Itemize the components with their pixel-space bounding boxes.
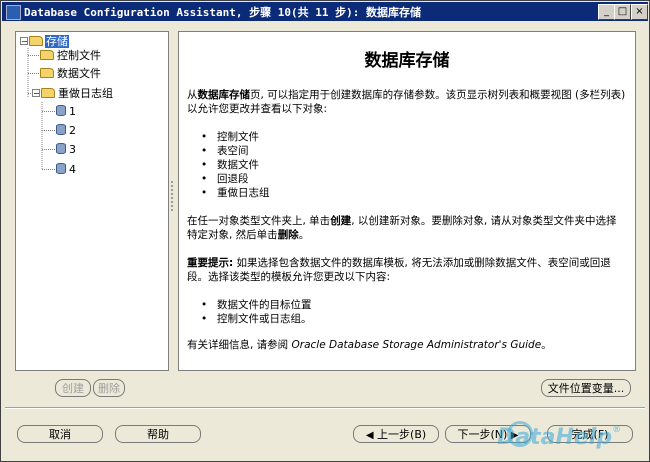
intro-text: 从 [187, 89, 198, 101]
para-text: 在任一对象类型文件夹上, 单击 [187, 215, 331, 227]
cancel-button[interactable]: 取消 [17, 425, 103, 443]
window-title: Database Configuration Assistant, 步骤 10(… [24, 6, 422, 19]
storage-tree[interactable]: − 存储 控制文件 数据文件 − 重做日志组 1 2 3 4 [15, 31, 169, 371]
splitter-grip-dot [171, 189, 173, 191]
folder-icon [40, 68, 54, 78]
help-button[interactable]: 帮助 [115, 425, 201, 443]
app-icon [6, 5, 21, 20]
tree-node-label: 存储 [45, 35, 69, 48]
splitter-grip-dot [171, 193, 173, 195]
watermark-text: DataHelp [497, 425, 613, 450]
folder-open-icon [29, 36, 43, 46]
intro-bold: 数据库存储 [197, 89, 251, 101]
back-button-label: 上一步(B) [377, 428, 427, 441]
folder-icon [40, 50, 54, 60]
watermark: DataHelp® [497, 425, 621, 450]
tree-node-label: 重做日志组 [58, 87, 113, 100]
tree-node-redo-group-4[interactable]: 4 [56, 162, 77, 178]
file-location-variables-button[interactable]: 文件位置变量... [541, 379, 631, 397]
list-item: 控制文件 [201, 130, 270, 144]
para-text: 。 [541, 339, 552, 351]
title-bar: Database Configuration Assistant, 步骤 10(… [2, 2, 648, 21]
splitter-grip-dot [171, 209, 173, 211]
important-paragraph: 重要提示: 如果选择包含数据文件的数据库模板, 将无法添加或删除数据文件、表空间… [187, 256, 627, 284]
list-item: 控制文件或日志组。 [201, 312, 312, 326]
tree-node-label: 4 [69, 163, 76, 176]
back-arrow-icon: ◀ [365, 430, 374, 441]
splitter-grip-dot [171, 185, 173, 187]
list-item: 回退段 [201, 172, 270, 186]
intro-text: 页, 可以指定用于创建数据库的存储参数。该页显示树列表和概要视图 (多栏列表) … [187, 89, 626, 115]
folder-open-icon [41, 88, 55, 98]
page-title: 数据库存储 [364, 51, 450, 71]
list-item: 数据文件 [201, 158, 270, 172]
tree-node-label: 3 [69, 143, 76, 156]
redo-log-icon [56, 163, 66, 174]
intro-paragraph: 从数据库存储页, 可以指定用于创建数据库的存储参数。该页显示树列表和概要视图 (… [187, 88, 627, 116]
back-button[interactable]: ◀ 上一步(B) [353, 425, 439, 443]
create-button[interactable]: 创建 [55, 379, 91, 397]
tree-node-label: 1 [69, 105, 76, 118]
tree-node-data-files[interactable]: 数据文件 [40, 66, 102, 82]
tree-node-label: 控制文件 [57, 49, 101, 62]
minimize-button[interactable]: _ [598, 4, 615, 20]
para-text: 如果选择包含数据文件的数据库模板, 将无法添加或删除数据文件、表空间或回退段。选… [187, 257, 611, 283]
tree-node-redo-log-groups[interactable]: − 重做日志组 [32, 86, 114, 102]
close-button[interactable]: × [631, 4, 648, 20]
more-info-paragraph: 有关详细信息, 请参阅 Oracle Database Storage Admi… [187, 338, 627, 352]
watermark-reg: ® [612, 425, 622, 435]
separator [5, 407, 645, 409]
para-text: 。 [298, 229, 310, 241]
collapse-icon[interactable]: − [20, 37, 28, 46]
splitter-grip-dot [171, 201, 173, 203]
tree-node-label: 2 [69, 124, 76, 137]
changeable-list: 数据文件的目标位置 控制文件或日志组。 [201, 298, 312, 326]
tree-node-redo-group-1[interactable]: 1 [56, 104, 77, 120]
important-label: 重要提示: [187, 257, 234, 269]
tree-node-redo-group-2[interactable]: 2 [56, 123, 77, 139]
collapse-icon[interactable]: − [32, 89, 40, 98]
para-bold: 删除 [277, 229, 299, 241]
delete-button[interactable]: 删除 [93, 379, 125, 397]
list-item: 数据文件的目标位置 [201, 298, 312, 312]
dbca-window: Database Configuration Assistant, 步骤 10(… [0, 0, 650, 462]
maximize-button[interactable]: □ [614, 4, 631, 20]
create-delete-paragraph: 在任一对象类型文件夹上, 单击创建, 以创建新对象。要删除对象, 请从对象类型文… [187, 214, 627, 242]
tree-node-redo-group-3[interactable]: 3 [56, 142, 77, 158]
splitter-grip-dot [171, 197, 173, 199]
panel-splitter[interactable] [170, 31, 174, 369]
tree-node-control-files[interactable]: 控制文件 [40, 48, 102, 64]
object-list: 控制文件 表空间 数据文件 回退段 重做日志组 [201, 130, 270, 200]
para-bold: 创建 [330, 215, 352, 227]
redo-log-icon [56, 143, 66, 154]
tree-node-label: 数据文件 [57, 67, 101, 80]
list-item: 表空间 [201, 144, 270, 158]
redo-log-icon [56, 105, 66, 116]
para-text: 有关详细信息, 请参阅 [187, 339, 292, 351]
redo-log-icon [56, 124, 66, 135]
list-item: 重做日志组 [201, 186, 270, 200]
splitter-grip-dot [171, 205, 173, 207]
guide-title: Oracle Database Storage Administrator's … [291, 339, 542, 351]
splitter-grip-dot [171, 181, 173, 183]
help-content-panel: 数据库存储 从数据库存储页, 可以指定用于创建数据库的存储参数。该页显示树列表和… [178, 31, 636, 371]
